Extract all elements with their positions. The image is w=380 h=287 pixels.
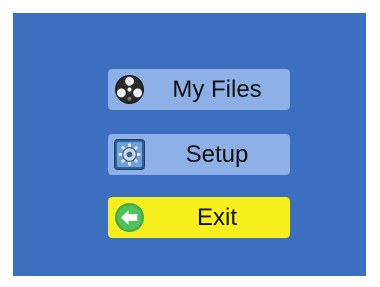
exit-button[interactable]: Exit bbox=[108, 197, 290, 238]
my-files-label: My Files bbox=[172, 76, 262, 103]
film-reel-icon bbox=[114, 74, 145, 105]
setup-label: Setup bbox=[185, 141, 249, 168]
back-arrow-icon bbox=[114, 202, 145, 233]
settings-gear-icon bbox=[114, 139, 145, 170]
menu-screen: My Files Setup Exit bbox=[13, 13, 366, 276]
setup-button[interactable]: Setup bbox=[108, 134, 290, 175]
my-files-button[interactable]: My Files bbox=[108, 69, 290, 110]
exit-label: Exit bbox=[196, 204, 237, 231]
